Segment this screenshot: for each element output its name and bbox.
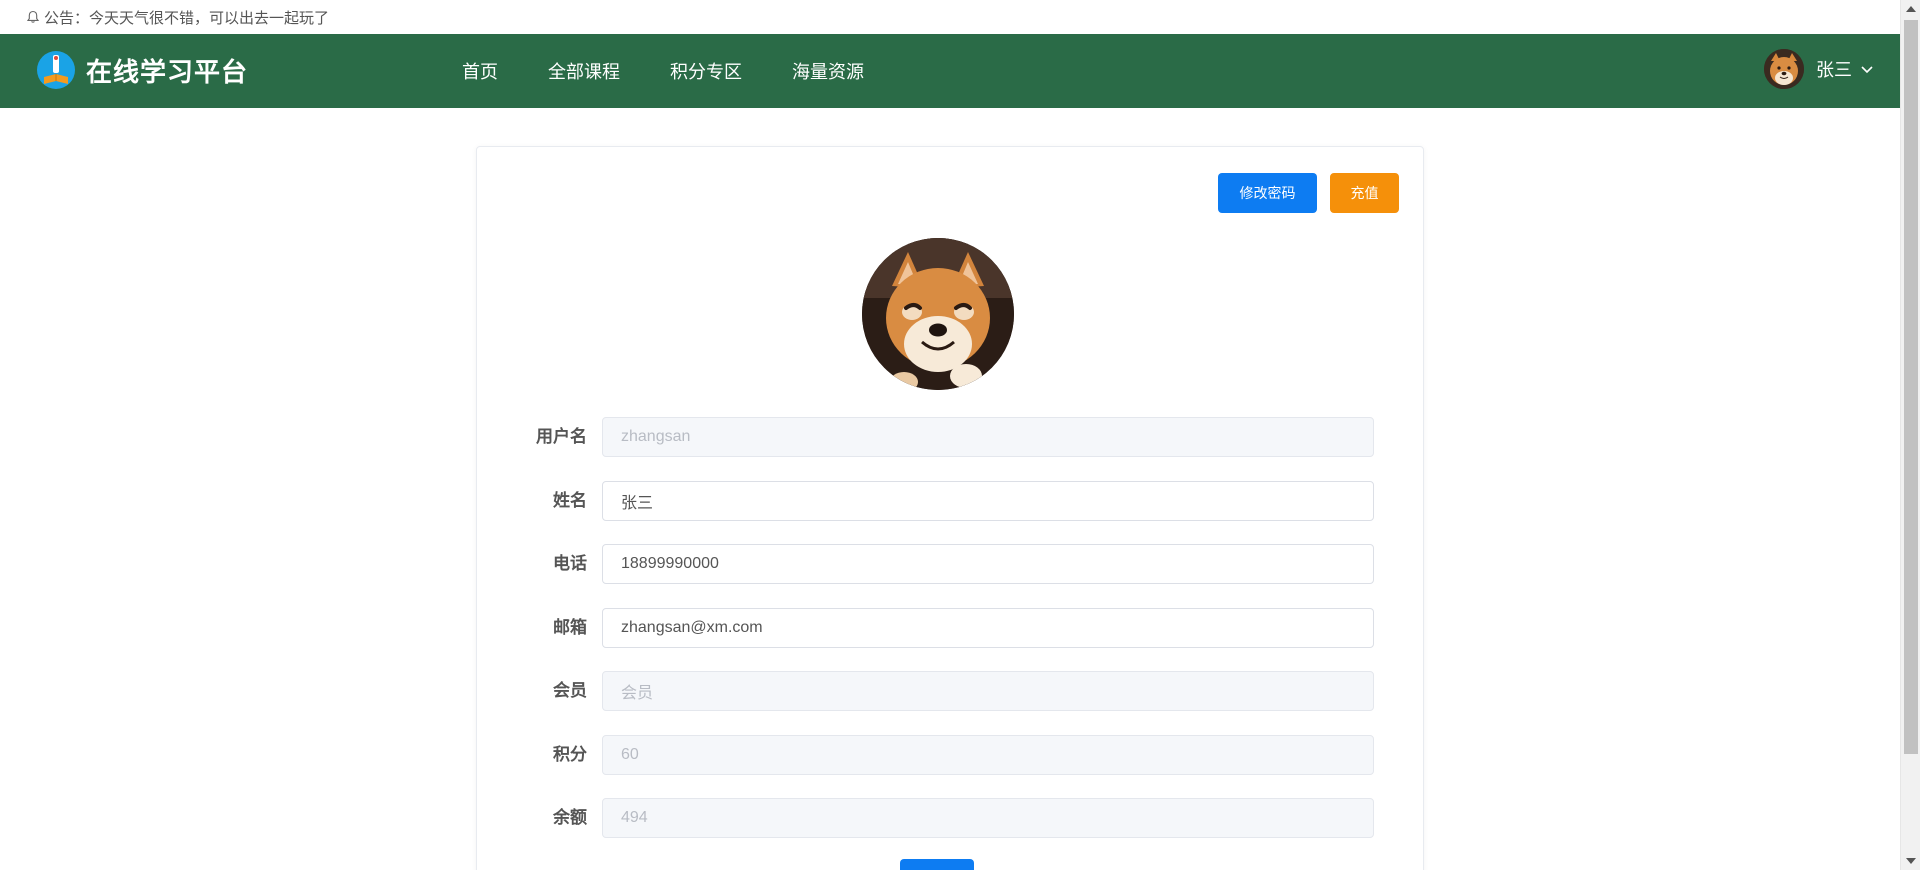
nav-all-courses[interactable]: 全部课程	[548, 58, 620, 84]
email-label: 邮箱	[553, 618, 587, 637]
change-password-button[interactable]: 修改密码	[1218, 173, 1317, 213]
member-label: 会员	[553, 681, 587, 700]
points-label: 积分	[553, 745, 587, 764]
scroll-thumb[interactable]	[1904, 20, 1918, 754]
scroll-up-icon[interactable]	[1906, 6, 1916, 12]
user-name: 张三	[1816, 60, 1852, 80]
logo[interactable]: 在线学习平台	[36, 50, 248, 90]
name-label: 姓名	[553, 491, 587, 510]
save-button[interactable]	[900, 859, 974, 870]
form-row-name: 姓名	[477, 481, 1425, 521]
user-menu[interactable]: 张三	[1764, 49, 1874, 89]
form-row-member: 会员	[477, 671, 1425, 711]
notice-bar: 公告：今天天气很不错，可以出去一起玩了	[0, 0, 1900, 34]
main-nav: 首页 全部课程 积分专区 海量资源	[462, 34, 914, 108]
scroll-down-icon[interactable]	[1906, 858, 1916, 864]
profile-card: 修改密码 充值 用户名 zhangsan 姓名 张三 电话 1889999000…	[476, 146, 1424, 870]
email-field[interactable]	[602, 608, 1374, 648]
notice-text: 公告：今天天气很不错，可以出去一起玩了	[44, 9, 330, 27]
recharge-button[interactable]: 充值	[1330, 173, 1399, 213]
username-field	[602, 417, 1374, 457]
form-row-phone: 电话	[477, 544, 1425, 584]
form-row-email: 邮箱	[477, 608, 1425, 648]
nav-home[interactable]: 首页	[462, 58, 498, 84]
vertical-scrollbar[interactable]	[1900, 0, 1920, 870]
avatar	[1764, 49, 1804, 89]
member-field	[602, 671, 1374, 711]
username-label: 用户名	[536, 427, 587, 446]
nav-points-zone[interactable]: 积分专区	[670, 58, 742, 84]
form-row-balance: 余额	[477, 798, 1425, 838]
phone-field[interactable]	[602, 544, 1374, 584]
dog-avatar-icon	[862, 238, 1014, 390]
points-field	[602, 735, 1374, 775]
page: 公告：今天天气很不错，可以出去一起玩了 在线学习平台 首页 全部课程 积分专区 …	[0, 0, 1920, 870]
form-row-username: 用户名	[477, 417, 1425, 457]
name-field[interactable]	[602, 481, 1374, 521]
chevron-down-icon	[1861, 66, 1873, 74]
dog-avatar-icon	[1764, 49, 1804, 89]
phone-label: 电话	[553, 554, 587, 573]
nav-resources[interactable]: 海量资源	[792, 58, 864, 84]
balance-field	[602, 798, 1374, 838]
profile-avatar[interactable]	[862, 238, 1014, 390]
site-title: 在线学习平台	[86, 56, 249, 87]
top-header: 在线学习平台 首页 全部课程 积分专区 海量资源 张三	[0, 34, 1900, 108]
logo-icon	[37, 51, 75, 89]
balance-label: 余额	[553, 808, 587, 827]
form-row-points: 积分	[477, 735, 1425, 775]
bell-icon	[26, 10, 40, 23]
